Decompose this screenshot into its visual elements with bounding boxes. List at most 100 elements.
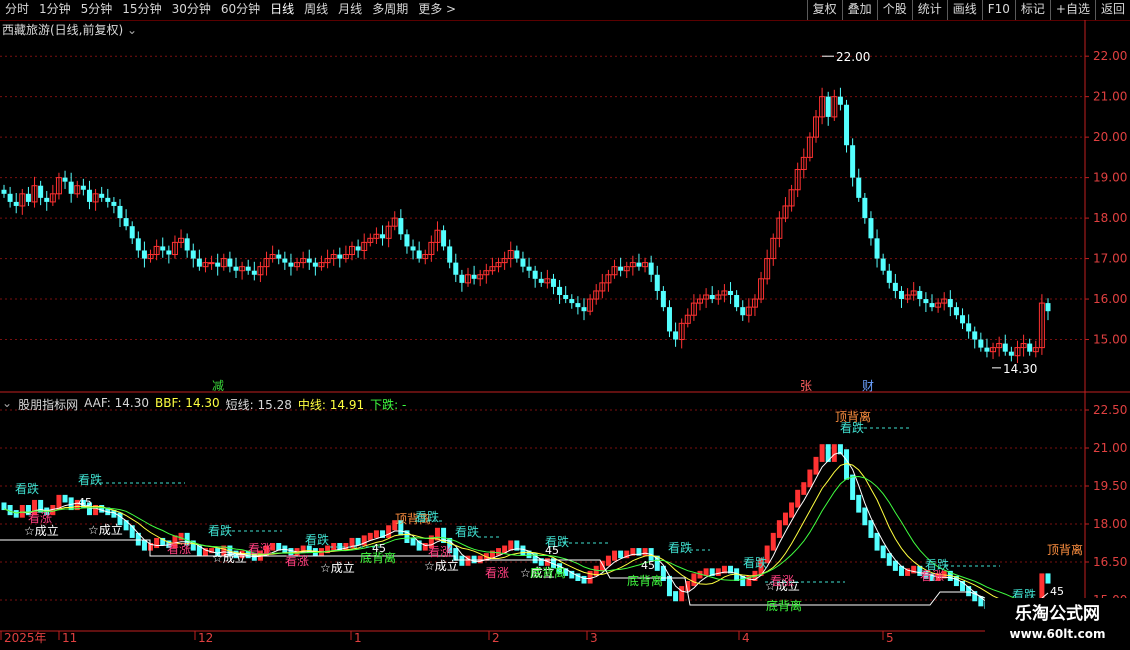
indicator-readouts: AAF: 14.30 BBF: 14.30 短线: 15.28 中线: 14.91 下跌… — [84, 396, 406, 413]
candle-body — [660, 290, 666, 308]
candle-body — [557, 286, 563, 295]
signal-annotation: 底背离 — [627, 573, 663, 588]
candle-body — [868, 218, 874, 239]
candle-body — [355, 246, 361, 251]
signal-annotation: 45 — [1050, 585, 1064, 598]
candle-body — [636, 262, 642, 267]
time-axis-label: 12 — [198, 631, 213, 645]
candle-body — [1002, 343, 1008, 352]
candle-body — [874, 238, 880, 259]
candle-body — [7, 193, 13, 202]
indicator-bar — [386, 525, 392, 538]
candle-body — [233, 266, 239, 271]
indicator-bar — [770, 532, 776, 551]
indicator-bar — [862, 507, 868, 526]
candle-body — [471, 274, 477, 279]
candle-body — [898, 290, 904, 300]
candle-body — [972, 331, 978, 340]
candle-body — [184, 238, 190, 251]
indicator-bar — [520, 545, 526, 556]
signal-annotation: 看跌 — [668, 540, 692, 555]
signal-annotation: ☆成立 — [24, 523, 59, 538]
indicator-bar — [581, 575, 587, 584]
candle-body — [856, 177, 862, 198]
candle-body — [453, 262, 459, 275]
indicator-bar — [807, 469, 813, 488]
indicator-bar — [410, 537, 416, 546]
indicator-readout: 中线: 14.91 — [297, 398, 365, 412]
candle-body — [410, 246, 416, 251]
indicator-bar — [642, 548, 648, 556]
candle-body — [538, 278, 544, 283]
candle-body — [953, 307, 959, 316]
candle-body — [618, 266, 624, 271]
indicator-bar — [373, 530, 379, 538]
candle-body — [459, 274, 465, 283]
event-marker: 张 — [800, 379, 812, 393]
candle-body — [978, 339, 984, 348]
indicator-bar — [459, 555, 465, 566]
candle-body — [86, 189, 92, 202]
indicator-bar — [123, 520, 129, 531]
y-tick-label: 16.50 — [1093, 555, 1127, 569]
candle-body — [129, 226, 135, 239]
candle-body — [947, 299, 953, 308]
mid-line — [3, 462, 1049, 607]
candle-body — [886, 270, 892, 283]
y-tick-label: 17.00 — [1093, 252, 1127, 266]
candle-body — [520, 258, 526, 267]
candle-body — [1008, 351, 1014, 356]
kline-chart-area[interactable]: 22.00 21.00 20.00 19.00 18.00 17.00 16.00 15.00… — [0, 0, 1130, 650]
indicator-name: 股朋指标网 — [18, 398, 79, 412]
time-axis-label: 3 — [590, 631, 598, 645]
candle-body — [99, 193, 105, 198]
candle-body — [837, 96, 843, 105]
indicator-panel-title: ⌄ 股朋指标网 AAF: 14.30 BBF: 14.30 短线: 15.28 中线:… — [2, 396, 406, 413]
candle-body — [966, 323, 972, 332]
signal-annotation: ☆成立 — [88, 522, 123, 537]
candle-body — [569, 299, 575, 304]
indicator-readout: AAF: 14.30 — [84, 396, 150, 410]
candle-body — [929, 303, 935, 308]
candle-body — [960, 315, 966, 324]
candle-body — [532, 270, 538, 279]
candle-body — [215, 262, 221, 267]
candle-body — [44, 197, 50, 202]
indicator-readout: 短线: 15.28 — [225, 398, 292, 412]
indicator-bar — [612, 550, 618, 561]
indicator-bar — [795, 489, 801, 508]
candle-body — [398, 218, 404, 235]
candle-body — [117, 205, 123, 219]
candle-body — [862, 197, 868, 219]
time-axis-label: 11 — [62, 631, 77, 645]
indicator-bar — [819, 444, 825, 462]
indicator-bar — [19, 505, 25, 518]
candle-body — [575, 303, 581, 308]
candle-body — [105, 197, 111, 202]
signal-annotation: ☆成立 — [424, 558, 459, 573]
signal-annotation: 看涨 — [167, 541, 191, 556]
y-tick-label: 19.00 — [1093, 171, 1127, 185]
event-marker: 财 — [862, 379, 874, 393]
indicator-bar — [508, 540, 514, 551]
indicator-bar — [868, 520, 874, 538]
chevron-down-icon[interactable]: ⌄ — [127, 23, 137, 37]
indicator-bar — [13, 510, 19, 518]
signal-annotation: 看涨 — [485, 565, 509, 580]
y-tick-label: 20.00 — [1093, 130, 1127, 144]
indicator-bar — [477, 555, 483, 564]
candle-body — [288, 262, 294, 267]
indicator-bar — [789, 502, 795, 518]
candle-body — [825, 96, 831, 117]
candle-body — [166, 250, 172, 255]
signal-annotation: 45 — [545, 544, 559, 557]
y-tick-label: 15.00 — [1093, 333, 1127, 347]
candle-body — [666, 307, 672, 332]
chevron-down-icon[interactable]: ⌄ — [2, 396, 12, 413]
indicator-bar — [673, 591, 679, 602]
time-axis-label: 1 — [354, 631, 362, 645]
signal-annotation: 看跌 — [415, 509, 439, 524]
candle-body — [68, 181, 74, 194]
indicator-bar — [715, 568, 721, 576]
candle-body — [380, 234, 386, 239]
